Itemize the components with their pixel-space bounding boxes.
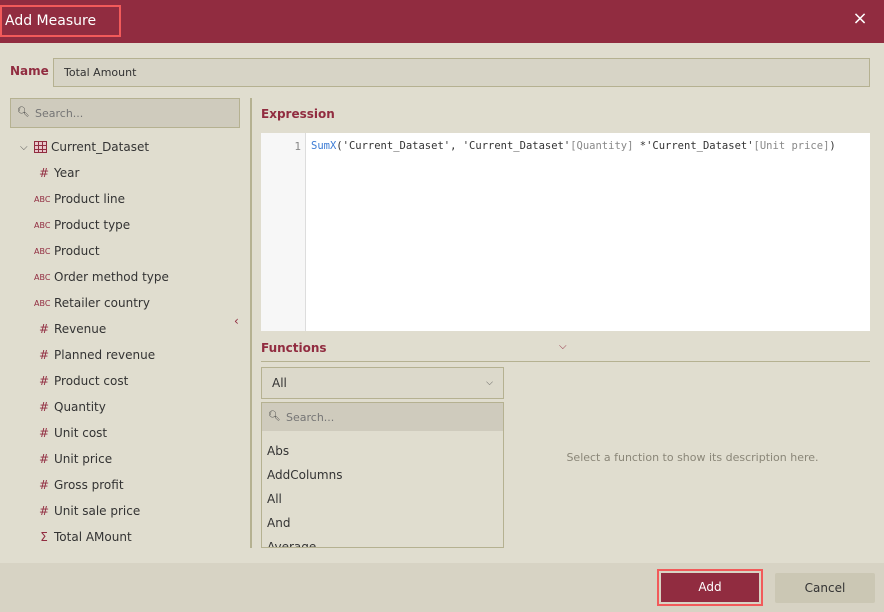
number-type-icon: # [38, 322, 50, 336]
panel-divider[interactable] [250, 98, 252, 548]
code-text: *'Current_Dataset' [633, 140, 754, 152]
field-label: Product type [54, 218, 131, 232]
chevron-down-icon[interactable]: ⌵ [559, 341, 567, 352]
add-button[interactable]: Add [657, 569, 763, 606]
text-type-icon: ABC [34, 246, 51, 256]
field-item[interactable]: # Unit price [34, 450, 112, 468]
number-type-icon: # [38, 166, 50, 180]
code-column: [Quantity] [570, 140, 634, 152]
code-text: ) [829, 140, 836, 152]
expression-code[interactable]: SumX('Current_Dataset', 'Current_Dataset… [311, 140, 836, 152]
search-icon: 🔍︎ [17, 107, 30, 118]
number-type-icon: # [38, 452, 50, 466]
function-item[interactable]: Average [267, 540, 316, 547]
field-label: Product line [54, 192, 126, 206]
number-type-icon: # [38, 400, 50, 414]
number-type-icon: # [38, 348, 50, 362]
table-icon [34, 141, 47, 153]
text-type-icon: ABC [34, 220, 51, 230]
function-item[interactable]: AddColumns [267, 468, 342, 482]
field-label: Product [54, 244, 100, 258]
field-item[interactable]: # Unit cost [34, 424, 107, 442]
function-list[interactable]: 🔍︎ Abs AddColumns All And Average [261, 402, 504, 548]
collapse-panel-icon[interactable]: ‹ [234, 314, 239, 328]
field-item[interactable]: # Revenue [34, 320, 106, 338]
category-selected: All [272, 376, 287, 390]
sigma-icon: Σ [40, 530, 48, 544]
function-item[interactable]: And [267, 516, 290, 530]
functions-label: Functions [261, 341, 327, 355]
function-search[interactable]: 🔍︎ [262, 403, 503, 431]
field-item[interactable]: # Unit sale price [34, 502, 140, 520]
field-item[interactable]: # Planned revenue [34, 346, 155, 364]
field-item[interactable]: # Year [34, 164, 79, 182]
chevron-down-icon: ⌵ [486, 378, 493, 388]
function-category-select[interactable]: All ⌵ [261, 367, 504, 399]
function-search-input[interactable] [286, 403, 486, 431]
dataset-label: Current_Dataset [51, 140, 150, 154]
code-text: ('Current_Dataset', 'Current_Dataset' [336, 140, 571, 152]
number-type-icon: # [38, 374, 50, 388]
fields-search-input[interactable] [35, 99, 235, 127]
field-label: Revenue [54, 322, 107, 336]
cancel-button[interactable]: Cancel [775, 573, 875, 603]
name-label: Name [10, 64, 49, 78]
field-label: Product cost [54, 374, 129, 388]
field-item[interactable]: Σ Total AMount [34, 528, 132, 546]
field-item[interactable]: ABC Product line [34, 190, 125, 208]
field-label: Planned revenue [54, 348, 156, 362]
search-icon: 🔍︎ [268, 411, 281, 422]
field-item[interactable]: # Quantity [34, 398, 106, 416]
name-input[interactable] [53, 58, 870, 87]
field-label: Total AMount [54, 530, 132, 544]
function-item[interactable]: Abs [267, 444, 289, 458]
text-type-icon: ABC [34, 298, 51, 308]
function-item[interactable]: All [267, 492, 282, 506]
field-item[interactable]: # Gross profit [34, 476, 124, 494]
field-label: Order method type [54, 270, 169, 284]
close-icon[interactable]: × [850, 9, 870, 29]
field-item[interactable]: ABC Retailer country [34, 294, 150, 312]
field-label: Unit sale price [54, 504, 141, 518]
text-type-icon: ABC [34, 194, 51, 204]
expression-editor[interactable]: 1 SumX('Current_Dataset', 'Current_Datas… [261, 133, 870, 331]
dialog-titlebar: Add Measure × [0, 0, 884, 43]
line-number: 1 [294, 140, 301, 153]
dataset-node[interactable]: ⌵ Current_Dataset [20, 138, 149, 156]
field-item[interactable]: ABC Product type [34, 216, 130, 234]
fields-search[interactable]: 🔍︎ [10, 98, 240, 128]
field-item[interactable]: # Product cost [34, 372, 128, 390]
code-function: SumX [311, 140, 337, 152]
dialog-title: Add Measure [0, 5, 121, 37]
editor-gutter: 1 [261, 133, 306, 331]
field-label: Retailer country [54, 296, 150, 310]
field-label: Year [54, 166, 80, 180]
field-item[interactable]: ABC Product [34, 242, 100, 260]
field-label: Unit cost [54, 426, 108, 440]
field-label: Gross profit [54, 478, 124, 492]
number-type-icon: # [38, 478, 50, 492]
code-column: [Unit price] [753, 140, 830, 152]
field-label: Unit price [54, 452, 113, 466]
field-item[interactable]: ABC Order method type [34, 268, 169, 286]
divider [261, 361, 870, 362]
text-type-icon: ABC [34, 272, 51, 282]
field-label: Quantity [54, 400, 106, 414]
expression-label: Expression [261, 107, 335, 121]
number-type-icon: # [38, 426, 50, 440]
chevron-down-icon[interactable]: ⌵ [20, 142, 34, 153]
number-type-icon: # [38, 504, 50, 518]
function-description: Select a function to show its descriptio… [566, 451, 819, 464]
